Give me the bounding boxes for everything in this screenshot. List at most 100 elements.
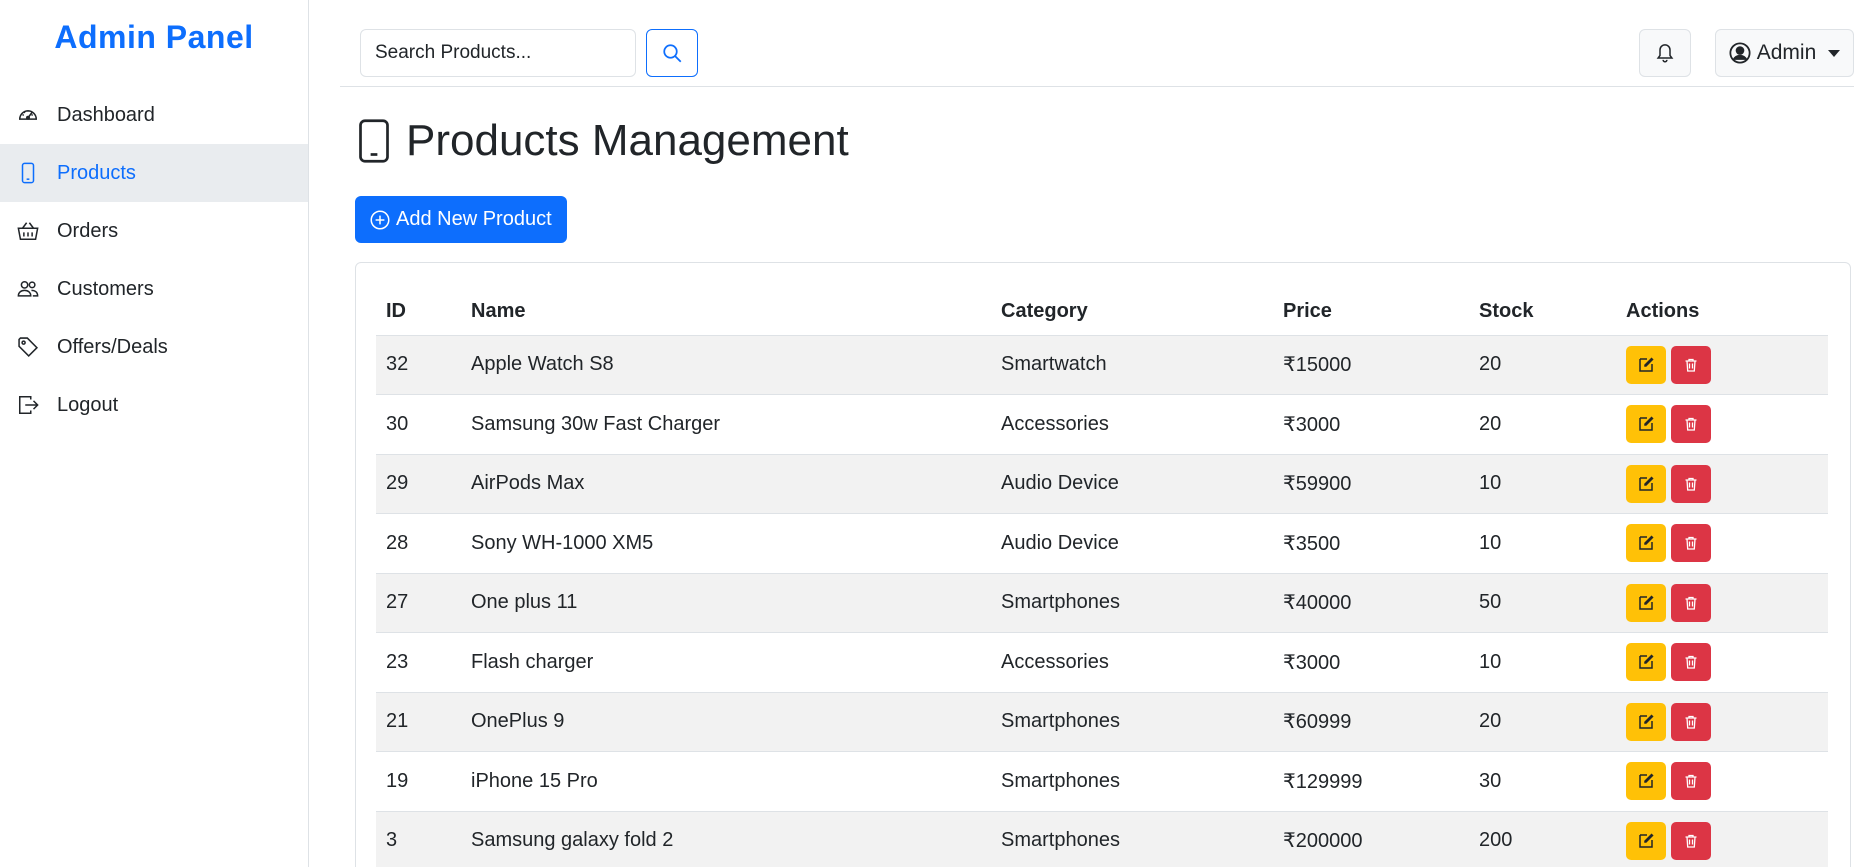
edit-icon xyxy=(1639,416,1654,431)
edit-button[interactable] xyxy=(1626,524,1666,563)
cell-id: 28 xyxy=(376,513,461,574)
delete-button[interactable] xyxy=(1671,643,1711,682)
table-row: 21 OnePlus 9 Smartphones ₹60999 20 xyxy=(376,692,1828,752)
cell-name: One plus 11 xyxy=(461,573,991,633)
cell-price: ₹3500 xyxy=(1273,513,1469,574)
products-table: ID Name Category Price Stock Actions 32 … xyxy=(376,283,1828,867)
cell-id: 27 xyxy=(376,573,461,633)
products-table-card: ID Name Category Price Stock Actions 32 … xyxy=(355,262,1851,867)
edit-button[interactable] xyxy=(1626,762,1666,801)
sidebar-item-label: Orders xyxy=(57,219,119,242)
cell-id: 3 xyxy=(376,811,461,867)
table-header-row: ID Name Category Price Stock Actions xyxy=(376,283,1828,336)
delete-button[interactable] xyxy=(1671,762,1711,801)
cell-stock: 10 xyxy=(1469,513,1616,574)
sidebar-item-dashboard[interactable]: Dashboard xyxy=(0,86,308,144)
trash-icon xyxy=(1685,775,1697,788)
cell-stock: 200 xyxy=(1469,811,1616,867)
cell-category: Smartphones xyxy=(991,811,1273,867)
cell-price: ₹3000 xyxy=(1273,394,1469,455)
trash-icon xyxy=(1685,715,1697,729)
edit-icon xyxy=(1639,476,1654,491)
cell-id: 32 xyxy=(376,335,461,395)
add-product-label: Add New Product xyxy=(396,208,552,230)
cell-id: 30 xyxy=(376,394,461,455)
header-price: Price xyxy=(1273,283,1469,336)
delete-button[interactable] xyxy=(1671,345,1711,384)
cell-name: Samsung 30w Fast Charger xyxy=(461,394,991,455)
delete-button[interactable] xyxy=(1671,524,1711,563)
sidebar-item-label: Dashboard xyxy=(57,103,155,126)
delete-button[interactable] xyxy=(1671,583,1711,622)
cell-actions xyxy=(1616,632,1828,693)
delete-button[interactable] xyxy=(1671,702,1711,741)
edit-icon xyxy=(1639,535,1654,550)
cell-category: Accessories xyxy=(991,394,1273,455)
cell-name: OnePlus 9 xyxy=(461,692,991,752)
search-icon xyxy=(663,44,682,63)
cell-name: iPhone 15 Pro xyxy=(461,751,991,812)
search-button[interactable] xyxy=(646,29,698,77)
sidebar: Admin Panel Dashboard Products Orders Cu… xyxy=(0,0,309,867)
cell-category: Smartphones xyxy=(991,751,1273,812)
edit-button[interactable] xyxy=(1626,702,1666,741)
phone-icon xyxy=(356,118,392,164)
header-name: Name xyxy=(461,283,991,336)
edit-icon xyxy=(1639,595,1654,610)
edit-icon xyxy=(1639,654,1654,669)
delete-button[interactable] xyxy=(1671,405,1711,444)
cell-price: ₹59900 xyxy=(1273,454,1469,514)
table-row: 32 Apple Watch S8 Smartwatch ₹15000 20 xyxy=(376,335,1828,395)
page-title-text: Products Management xyxy=(406,116,849,165)
edit-button[interactable] xyxy=(1626,821,1666,860)
sidebar-item-offers[interactable]: Offers/Deals xyxy=(0,318,308,376)
user-menu-button[interactable]: Admin xyxy=(1715,29,1854,77)
cell-stock: 10 xyxy=(1469,632,1616,693)
notifications-button[interactable] xyxy=(1639,29,1691,77)
plus-circle-icon xyxy=(370,210,390,229)
speedometer-icon xyxy=(16,103,40,127)
cell-price: ₹60999 xyxy=(1273,692,1469,752)
edit-button[interactable] xyxy=(1626,345,1666,384)
header-stock: Stock xyxy=(1469,283,1616,336)
cell-actions xyxy=(1616,692,1828,752)
edit-button[interactable] xyxy=(1626,583,1666,622)
table-row: 30 Samsung 30w Fast Charger Accessories … xyxy=(376,394,1828,455)
chevron-down-icon xyxy=(1828,49,1841,57)
cell-name: Flash charger xyxy=(461,632,991,693)
sidebar-item-customers[interactable]: Customers xyxy=(0,260,308,318)
edit-icon xyxy=(1639,714,1654,729)
edit-button[interactable] xyxy=(1626,643,1666,682)
add-product-button[interactable]: Add New Product xyxy=(355,196,567,243)
page-title: Products Management xyxy=(356,116,849,166)
cell-id: 23 xyxy=(376,632,461,693)
header-actions: Actions xyxy=(1616,283,1828,336)
edit-button[interactable] xyxy=(1626,405,1666,444)
sidebar-item-label: Logout xyxy=(57,393,119,416)
cell-price: ₹129999 xyxy=(1273,751,1469,812)
header-id: ID xyxy=(376,283,461,336)
sidebar-item-products[interactable]: Products xyxy=(0,144,308,202)
edit-button[interactable] xyxy=(1626,464,1666,503)
cell-price: ₹3000 xyxy=(1273,632,1469,693)
cell-id: 21 xyxy=(376,692,461,752)
search-input[interactable] xyxy=(360,29,636,77)
delete-button[interactable] xyxy=(1671,464,1711,503)
tag-icon xyxy=(16,335,40,359)
cell-actions xyxy=(1616,394,1828,455)
sidebar-nav: Dashboard Products Orders Customers Offe… xyxy=(0,86,308,434)
cell-name: Samsung galaxy fold 2 xyxy=(461,811,991,867)
cell-price: ₹200000 xyxy=(1273,811,1469,867)
cell-stock: 20 xyxy=(1469,394,1616,455)
sidebar-item-label: Customers xyxy=(57,277,154,300)
sidebar-item-orders[interactable]: Orders xyxy=(0,202,308,260)
cell-category: Accessories xyxy=(991,632,1273,693)
delete-button[interactable] xyxy=(1671,821,1711,860)
sidebar-item-logout[interactable]: Logout xyxy=(0,376,308,434)
table-row: 28 Sony WH-1000 XM5 Audio Device ₹3500 1… xyxy=(376,513,1828,574)
cell-category: Smartphones xyxy=(991,573,1273,633)
topbar: Admin xyxy=(340,0,1854,87)
edit-icon xyxy=(1639,357,1654,372)
user-name: Admin xyxy=(1756,41,1817,64)
edit-icon xyxy=(1639,833,1654,848)
